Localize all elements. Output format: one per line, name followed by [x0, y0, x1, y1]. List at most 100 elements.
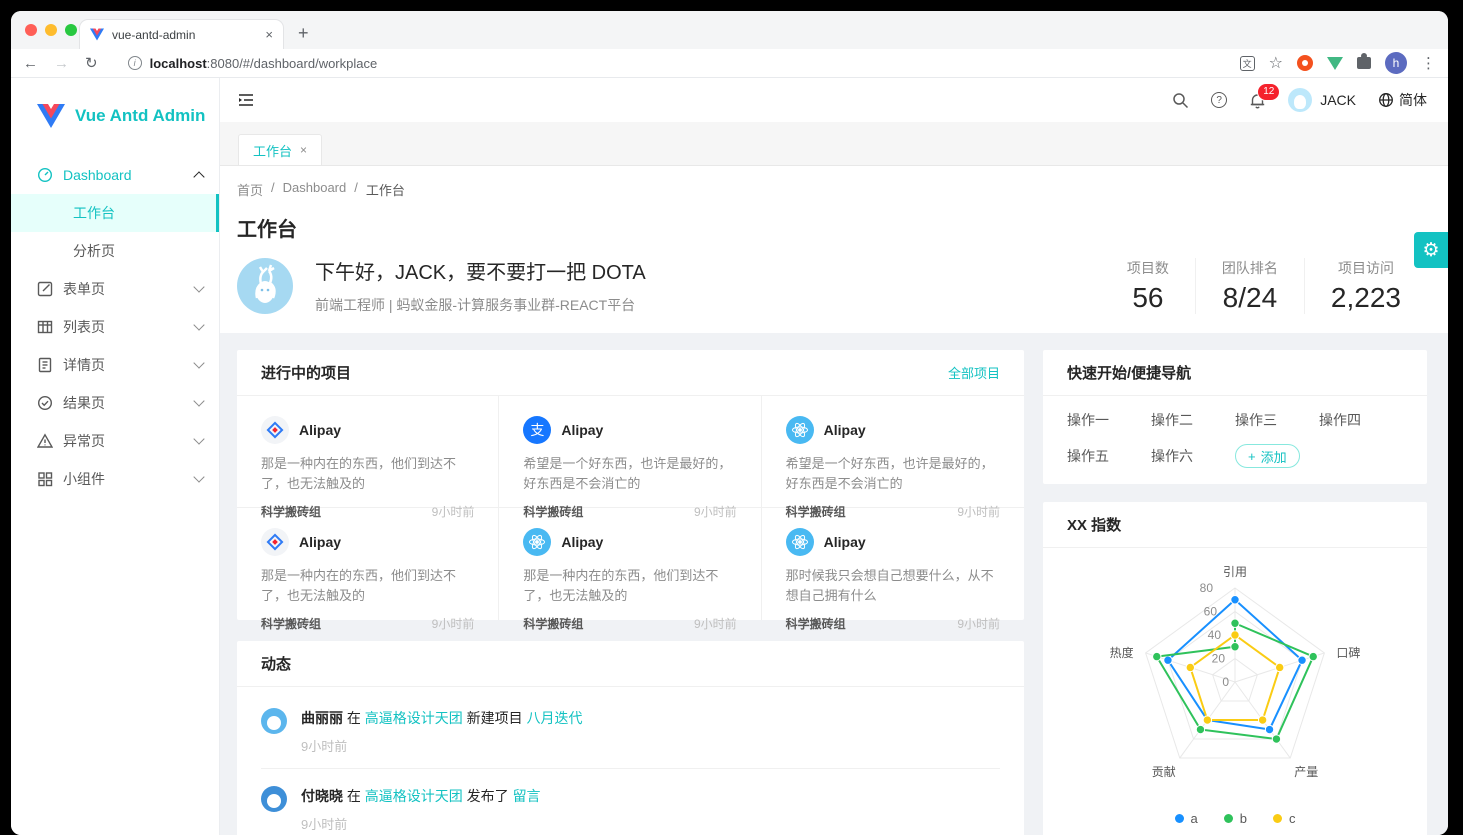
chevron-down-icon — [193, 357, 204, 368]
new-tab-button[interactable]: + — [298, 23, 309, 44]
stat-value: 2,223 — [1331, 282, 1401, 314]
translate-icon[interactable]: 文 — [1240, 56, 1255, 71]
quicknav-link[interactable]: 操作一 — [1067, 406, 1151, 434]
bookmark-star-icon[interactable]: ☆ — [1269, 53, 1283, 73]
feed-target-link[interactable]: 留言 — [513, 788, 541, 804]
legend-dot — [1224, 814, 1233, 823]
legend-item[interactable]: a — [1175, 811, 1198, 826]
page-tab-workplace[interactable]: 工作台 × — [238, 134, 322, 165]
extensions-puzzle-icon[interactable] — [1357, 57, 1371, 69]
page-tabbar: 工作台 × — [220, 122, 1448, 166]
sidebar-item-dashboard[interactable]: Dashboard — [11, 156, 219, 194]
feed-user[interactable]: 曲丽丽 — [301, 710, 343, 726]
quicknav-link[interactable]: 操作四 — [1319, 406, 1403, 434]
all-projects-link[interactable]: 全部项目 — [948, 363, 1000, 382]
quicknav-link[interactable]: 操作六 — [1151, 442, 1235, 470]
chevron-up-icon — [193, 171, 204, 182]
project-group[interactable]: 科学搬砖组 — [523, 615, 583, 632]
svg-text:40: 40 — [1208, 628, 1222, 642]
vue-devtools-icon[interactable] — [1327, 57, 1343, 70]
project-desc: 希望是一个好东西，也许是最好的，好东西是不会消亡的 — [523, 454, 736, 494]
legend-item[interactable]: c — [1273, 811, 1296, 826]
quicknav-link[interactable]: 操作五 — [1067, 442, 1151, 470]
quicknav-link[interactable]: 操作三 — [1235, 406, 1319, 434]
greeting-avatar — [237, 258, 293, 314]
alipay-icon: 支 — [523, 416, 551, 444]
browser-tab[interactable]: vue-antd-admin × — [79, 19, 284, 49]
sidebar-item-exception[interactable]: 异常页 — [11, 422, 219, 460]
settings-gear-button[interactable]: ⚙ — [1414, 232, 1448, 268]
traffic-lights[interactable] — [25, 24, 77, 36]
project-name[interactable]: Alipay — [824, 422, 866, 438]
help-icon[interactable]: ? — [1211, 92, 1227, 108]
breadcrumb-dashboard[interactable]: Dashboard — [283, 180, 347, 199]
project-card[interactable]: Alipay 那是一种内在的东西，他们到达不了，也无法触及的 科学搬砖组9小时前 — [237, 508, 499, 620]
feed-group-link[interactable]: 高逼格设计天团 — [365, 788, 463, 804]
feed-time: 9小时前 — [301, 736, 583, 755]
browser-profile-avatar[interactable]: h — [1385, 52, 1407, 74]
sidebar-item-form[interactable]: 表单页 — [11, 270, 219, 308]
project-name[interactable]: Alipay — [299, 534, 341, 550]
back-icon[interactable]: ← — [23, 55, 38, 72]
react-icon — [786, 416, 814, 444]
project-name[interactable]: Alipay — [561, 534, 603, 550]
profile-icon — [37, 357, 53, 373]
svg-text:0: 0 — [1222, 675, 1229, 689]
page-tab-label: 工作台 — [253, 141, 292, 160]
sidebar-item-list[interactable]: 列表页 — [11, 308, 219, 346]
address-bar[interactable]: localhost:8080/#/dashboard/workplace — [150, 56, 1240, 71]
project-group[interactable]: 科学搬砖组 — [261, 615, 321, 632]
browser-menu-icon[interactable]: ⋮ — [1421, 54, 1436, 72]
project-card[interactable]: Alipay 那是一种内在的东西，他们到达不了，也无法触及的 科学搬砖组9小时前 — [237, 396, 499, 508]
sidebar-item-workplace[interactable]: 工作台 — [11, 194, 219, 232]
legend-item[interactable]: b — [1224, 811, 1247, 826]
extension-orange-icon[interactable] — [1297, 55, 1313, 71]
minimize-window-button[interactable] — [45, 24, 57, 36]
chevron-down-icon — [193, 471, 204, 482]
sidebar-item-detail[interactable]: 详情页 — [11, 346, 219, 384]
sidebar-item-label: 列表页 — [63, 317, 195, 337]
maximize-window-button[interactable] — [65, 24, 77, 36]
project-time: 9小时前 — [694, 615, 737, 632]
user-menu[interactable]: JACK — [1288, 88, 1356, 112]
quicknav-link[interactable]: 操作二 — [1151, 406, 1235, 434]
form-icon — [37, 281, 53, 297]
forward-icon[interactable]: → — [54, 55, 69, 72]
notification-bell-icon[interactable]: 12 — [1249, 92, 1266, 109]
add-button[interactable]: + 添加 — [1235, 444, 1300, 468]
feed-user[interactable]: 付晓晓 — [301, 788, 343, 804]
header-stats: 项目数 56 团队排名 8/24 项目访问 2,223 — [1101, 258, 1427, 314]
project-name[interactable]: Alipay — [299, 422, 341, 438]
search-icon[interactable] — [1172, 92, 1189, 109]
feed-group-link[interactable]: 高逼格设计天团 — [365, 710, 463, 726]
feed-target-link[interactable]: 八月迭代 — [527, 710, 583, 726]
sidebar-item-analysis[interactable]: 分析页 — [11, 232, 219, 270]
tab-close-icon[interactable]: × — [265, 27, 273, 42]
project-card[interactable]: 支Alipay 希望是一个好东西，也许是最好的，好东西是不会消亡的 科学搬砖组9… — [499, 396, 761, 508]
close-window-button[interactable] — [25, 24, 37, 36]
project-name[interactable]: Alipay — [561, 422, 603, 438]
project-time: 9小时前 — [957, 615, 1000, 632]
check-circle-icon — [37, 395, 53, 411]
app-logo[interactable]: Vue Antd Admin — [11, 78, 219, 134]
project-card[interactable]: Alipay 希望是一个好东西，也许是最好的，好东西是不会消亡的 科学搬砖组9小… — [762, 396, 1024, 508]
sidebar-menu: Dashboard 工作台 分析页 表单页 — [11, 156, 219, 498]
site-info-icon[interactable]: i — [128, 56, 142, 70]
quicknav-card: 快速开始/便捷导航 操作一 操作二 操作三 操作四 操作五 操作六 + 添加 — [1043, 350, 1427, 484]
radar-card-title: XX 指数 — [1067, 514, 1403, 535]
chevron-down-icon — [193, 395, 204, 406]
locale-switcher[interactable]: 简体 — [1378, 90, 1427, 110]
project-name[interactable]: Alipay — [824, 534, 866, 550]
menu-fold-icon[interactable] — [236, 90, 256, 110]
tab-close-icon[interactable]: × — [300, 143, 307, 157]
breadcrumb-home[interactable]: 首页 — [237, 180, 263, 199]
project-card[interactable]: Alipay 那时候我只会想自己想要什么，从不想自己拥有什么 科学搬砖组9小时前 — [762, 508, 1024, 620]
stat-label: 项目访问 — [1331, 258, 1401, 278]
reload-icon[interactable]: ↻ — [85, 54, 98, 72]
sidebar-item-result[interactable]: 结果页 — [11, 384, 219, 422]
project-card[interactable]: Alipay 那是一种内在的东西，他们到达不了，也无法触及的 科学搬砖组9小时前 — [499, 508, 761, 620]
sidebar-item-widget[interactable]: 小组件 — [11, 460, 219, 498]
project-group[interactable]: 科学搬砖组 — [786, 615, 846, 632]
browser-window: vue-antd-admin × + ← → ↻ i localhost:808… — [11, 11, 1448, 835]
sidebar-item-label: Dashboard — [63, 167, 195, 183]
